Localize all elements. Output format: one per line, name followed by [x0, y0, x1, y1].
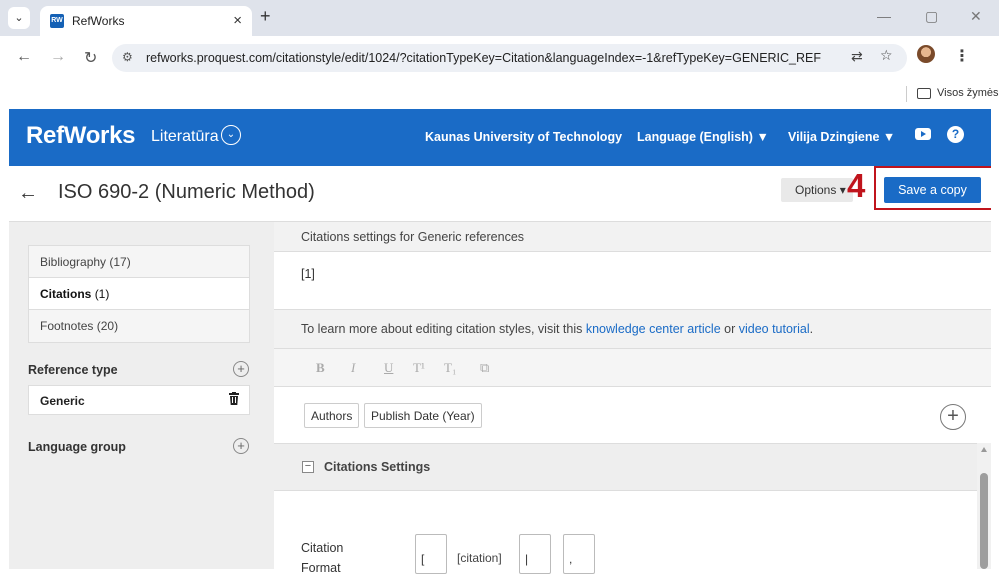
format-suffix-input[interactable]: |	[519, 534, 551, 574]
language-menu[interactable]: Language (English) ▼	[637, 130, 769, 144]
options-label: Options	[795, 183, 837, 197]
refworks-logo[interactable]: RefWorks	[26, 122, 135, 150]
page-right-margin	[991, 109, 999, 569]
minimize-icon[interactable]: —	[877, 8, 891, 24]
sidebar-item-count: (1)	[94, 287, 110, 301]
italic-button[interactable]: I	[351, 360, 355, 376]
add-reference-type-icon[interactable]: +	[233, 361, 249, 377]
video-tutorial-link[interactable]: video tutorial	[739, 322, 810, 336]
page-title-bar: ← ISO 690-2 (Numeric Method) Options ▾ 4…	[9, 166, 999, 222]
info-or: or	[720, 322, 739, 336]
reload-icon[interactable]: ↻	[84, 48, 97, 68]
scroll-thumb[interactable]	[980, 473, 988, 569]
youtube-icon[interactable]	[915, 128, 931, 140]
info-suffix: .	[809, 322, 814, 336]
info-text: To learn more about editing citation sty…	[301, 322, 586, 336]
reference-type-generic[interactable]: Generic	[28, 385, 250, 415]
scrollbar[interactable]	[977, 443, 991, 569]
section-list: Bibliography (17) Citations (1) Footnote…	[28, 245, 250, 343]
sidebar-item-footnotes[interactable]: Footnotes (20)	[29, 310, 249, 342]
url-text[interactable]: refworks.proquest.com/citationstyle/edit…	[146, 51, 821, 65]
add-field-icon[interactable]: +	[940, 404, 966, 430]
page-title: ISO 690-2 (Numeric Method)	[58, 181, 315, 203]
citation-fields-row: Authors Publish Date (Year) +	[274, 387, 991, 443]
format-toolbar: B I U T¹ T₁ ⧉	[274, 349, 991, 387]
sidebar-item-count: (17)	[109, 255, 131, 269]
citation-editor: Citations settings for Generic reference…	[274, 222, 991, 575]
refworks-favicon-icon: RW	[50, 14, 64, 28]
field-pill-publish-date[interactable]: Publish Date (Year)	[364, 403, 482, 428]
address-bar-row: ← → ↻ ⚙ refworks.proquest.com/citationst…	[0, 36, 999, 80]
underline-button[interactable]: U	[384, 360, 393, 376]
browser-tab[interactable]: RW RefWorks ×	[40, 6, 252, 36]
trash-icon[interactable]	[229, 392, 239, 405]
institution-link[interactable]: Kaunas University of Technology	[425, 130, 622, 144]
sidebar-item-label: Bibliography	[40, 255, 107, 269]
superscript-button[interactable]: T¹	[413, 360, 425, 376]
bookmark-star-icon[interactable]: ☆	[880, 47, 893, 64]
all-bookmarks-link[interactable]: Visos žymės	[937, 87, 999, 99]
back-arrow-icon[interactable]: ←	[18, 182, 38, 205]
knowledge-center-link[interactable]: knowledge center article	[586, 322, 721, 336]
annotation-step-number: 4	[847, 167, 866, 204]
browser-tab-bar: ⌄ RW RefWorks × + — ▢ ✕	[0, 0, 999, 36]
subscript-button[interactable]: T₁	[444, 360, 456, 376]
tab-close-icon[interactable]: ×	[233, 12, 242, 29]
sidebar-item-count: (20)	[96, 319, 119, 333]
bold-button[interactable]: B	[316, 360, 325, 376]
reference-type-label: Generic	[40, 394, 85, 408]
chevron-down-circle-icon[interactable]: ⌄	[221, 125, 241, 145]
settings-heading: Citations settings for Generic reference…	[274, 222, 991, 252]
citation-format-label: Citation Format	[301, 541, 344, 575]
format-prefix-input[interactable]: [	[415, 534, 447, 574]
add-language-group-icon[interactable]: +	[233, 438, 249, 454]
help-info-row: To learn more about editing citation sty…	[274, 309, 991, 349]
save-copy-button[interactable]: Save a copy	[884, 177, 981, 203]
sidebar-item-bibliography[interactable]: Bibliography (17)	[29, 246, 249, 278]
new-tab-icon[interactable]: +	[260, 6, 271, 27]
sidebar-item-label: Footnotes	[40, 319, 94, 333]
refworks-header: RefWorks Literatūra ⌄ Kaunas University …	[9, 109, 991, 166]
back-icon[interactable]: ←	[16, 48, 32, 66]
citation-preview: [1]	[301, 267, 315, 281]
library-label[interactable]: Literatūra	[151, 128, 219, 146]
help-icon[interactable]: ?	[947, 126, 964, 143]
tab-title: RefWorks	[72, 14, 125, 28]
folder-icon	[917, 88, 931, 99]
site-info-icon[interactable]: ⚙	[122, 50, 133, 64]
reference-type-heading: Reference type	[28, 363, 118, 377]
citations-settings-title: Citations Settings	[324, 460, 431, 474]
window-close-icon[interactable]: ✕	[970, 8, 982, 25]
language-group-heading: Language group	[28, 440, 126, 454]
translate-icon[interactable]: ⇄	[851, 48, 863, 65]
forward-icon[interactable]: →	[50, 48, 66, 66]
tab-search-chevron-icon[interactable]: ⌄	[8, 7, 30, 29]
citation-token: [citation]	[457, 551, 502, 565]
citations-settings-header[interactable]: − Citations Settings	[274, 443, 977, 491]
scroll-up-arrow-icon[interactable]	[981, 447, 987, 452]
options-button[interactable]: Options ▾	[781, 178, 853, 202]
left-sidebar: Bibliography (17) Citations (1) Footnote…	[9, 222, 274, 569]
bookmarks-bar: Visos žymės	[0, 80, 999, 108]
maximize-icon[interactable]: ▢	[925, 8, 938, 25]
field-pill-authors[interactable]: Authors	[304, 403, 360, 428]
sidebar-item-label: Citations	[40, 287, 92, 301]
bookmarks-divider	[906, 86, 907, 102]
browser-menu-icon[interactable]: ⋮	[954, 46, 970, 66]
copy-format-icon[interactable]: ⧉	[480, 360, 489, 376]
sidebar-item-citations[interactable]: Citations (1)	[29, 278, 249, 310]
user-menu[interactable]: Vilija Dzingiene ▼	[788, 130, 895, 144]
profile-avatar[interactable]	[917, 45, 935, 63]
collapse-minus-icon[interactable]: −	[302, 461, 314, 473]
url-omnibox[interactable]: ⚙ refworks.proquest.com/citationstyle/ed…	[112, 44, 907, 72]
format-separator-input[interactable]: ,	[563, 534, 595, 574]
